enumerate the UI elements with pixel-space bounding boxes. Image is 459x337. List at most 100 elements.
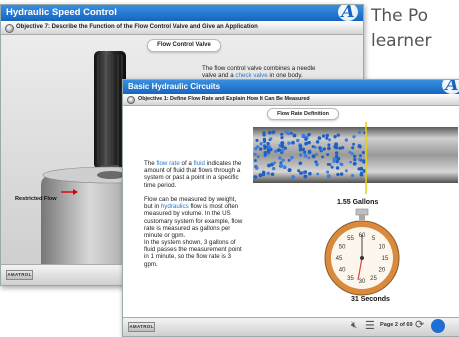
fluid-particle xyxy=(254,146,258,151)
front-objective-text: Objective 1: Define Flow Rate and Explai… xyxy=(138,96,310,102)
fluid-particle xyxy=(326,174,331,179)
fluid-particle xyxy=(298,153,303,157)
objective-bullet-icon xyxy=(127,96,135,104)
fluid-particle xyxy=(280,144,285,149)
caption-text: The Po learner xyxy=(371,4,459,54)
fluid-particle xyxy=(352,135,356,139)
fluid-particle xyxy=(353,154,357,158)
fluid-particle xyxy=(317,136,322,140)
front-slide-title: Basic Hydraulic Circuits xyxy=(128,82,221,91)
fluid-particle xyxy=(263,153,267,157)
fluid-particle xyxy=(326,153,330,157)
fluid-particle xyxy=(348,150,352,154)
fluid-particle xyxy=(298,161,303,166)
flow-rate-link[interactable]: flow rate xyxy=(156,160,179,167)
front-section-title-pill: Flow Rate Definition xyxy=(267,108,339,120)
fluid-particle xyxy=(278,156,282,160)
fluid-particle xyxy=(255,138,259,142)
fluid-particle xyxy=(304,141,308,146)
fluid-particle xyxy=(344,169,348,173)
fluid-particle xyxy=(284,130,288,134)
fluid-particle xyxy=(292,133,297,138)
fluid-particle xyxy=(289,131,293,135)
front-slide-title-bar: Basic Hydraulic Circuits A xyxy=(123,80,459,94)
menu-icon[interactable]: ☰ xyxy=(365,319,375,332)
stopwatch-numeral: 40 xyxy=(339,268,346,274)
fluid-particle xyxy=(290,155,294,160)
fluid-particle xyxy=(280,132,284,136)
fluid-particle xyxy=(263,140,266,144)
fluid-particle xyxy=(351,146,355,150)
fluid-particle xyxy=(321,134,326,138)
fluid-particle xyxy=(272,161,276,165)
gallons-readout: 1.55 Gallons xyxy=(337,199,379,206)
fluid-particle xyxy=(307,156,311,160)
back-objective-bar[interactable]: Objective 7: Describe the Function of th… xyxy=(1,21,363,35)
amatrol-logo-icon: A xyxy=(338,5,358,21)
front-slide-window: Basic Hydraulic Circuits A Objective 1: … xyxy=(122,79,459,337)
front-slide-content: The flow rate of a fluid indicates the a… xyxy=(123,106,459,318)
restricted-flow-label: Restricted Flow xyxy=(15,196,57,202)
fluid-particle xyxy=(297,169,301,173)
fluid-particle xyxy=(269,137,273,141)
page-indicator: Page 2 of 69 xyxy=(380,322,413,328)
hydraulics-link[interactable]: hydraulics xyxy=(161,203,189,210)
fluid-particle xyxy=(327,143,331,147)
fluid-particle xyxy=(325,136,329,140)
fluid-particle xyxy=(263,146,267,150)
p3-text: In the system shown, 3 gallons of fluid … xyxy=(144,239,242,268)
seconds-readout: 31 Seconds xyxy=(351,296,390,303)
fluid-particle xyxy=(266,171,270,176)
fluid-particle xyxy=(316,172,320,176)
stopwatch-numeral: 15 xyxy=(382,256,389,262)
objective-bullet-icon xyxy=(5,24,14,33)
fluid-particle xyxy=(359,154,362,158)
fluid-particle xyxy=(291,175,296,179)
stopwatch-numeral: 25 xyxy=(370,276,377,282)
fluid-particle xyxy=(267,130,272,135)
fluid-particle xyxy=(271,130,276,134)
fluid-particle xyxy=(335,166,340,170)
fluid-particle xyxy=(255,166,259,170)
fluid-particle xyxy=(299,171,303,175)
amatrol-logo-icon: A xyxy=(442,80,459,94)
mute-icon[interactable]: 🔇︎ xyxy=(351,320,357,331)
amatrol-badge[interactable]: AMATROL xyxy=(128,322,155,332)
stopwatch-numeral: 35 xyxy=(347,276,354,282)
fluid-particle xyxy=(280,136,284,140)
stopwatch-numeral: 50 xyxy=(339,245,346,251)
p1-text-a: The xyxy=(144,160,157,167)
fluid-particle xyxy=(318,146,322,150)
refresh-icon[interactable]: ⟳ xyxy=(415,318,424,331)
fluid-particle xyxy=(338,146,342,150)
fluid-particle xyxy=(267,145,271,149)
front-objective-bar[interactable]: Objective 1: Define Flow Rate and Explai… xyxy=(123,94,459,106)
fluid-particle xyxy=(333,135,337,139)
fluid-particle xyxy=(352,161,357,166)
fluid-particle xyxy=(359,171,364,175)
fluid-particle xyxy=(307,150,312,155)
fluid-particle xyxy=(336,133,340,137)
fluid-particle xyxy=(350,173,355,178)
fluid-particle xyxy=(287,158,291,162)
fluid-particle xyxy=(359,166,364,171)
caption-line-2: learner xyxy=(371,31,432,51)
fluid-particle xyxy=(326,170,330,174)
fluid-particle xyxy=(327,138,332,142)
fluid-particle xyxy=(304,170,308,174)
fluid-particle xyxy=(301,133,306,138)
fluid-particle xyxy=(262,173,266,177)
fluid-particle xyxy=(281,158,285,162)
pipe-flow-illustration xyxy=(253,122,458,194)
fluid-link[interactable]: fluid xyxy=(194,160,205,167)
fluid-particle xyxy=(361,150,365,155)
fluid-particle xyxy=(353,157,357,162)
fluid-particle xyxy=(315,162,319,167)
amatrol-badge[interactable]: AMATROL xyxy=(6,270,33,280)
fluid-particle xyxy=(267,163,271,168)
fluid-particle xyxy=(326,162,330,166)
fluid-particle xyxy=(330,165,334,169)
back-arrow-icon[interactable] xyxy=(431,319,445,333)
fluid-particle xyxy=(303,174,308,179)
back-description-paragraph: The flow control valve combines a needle… xyxy=(202,65,322,79)
